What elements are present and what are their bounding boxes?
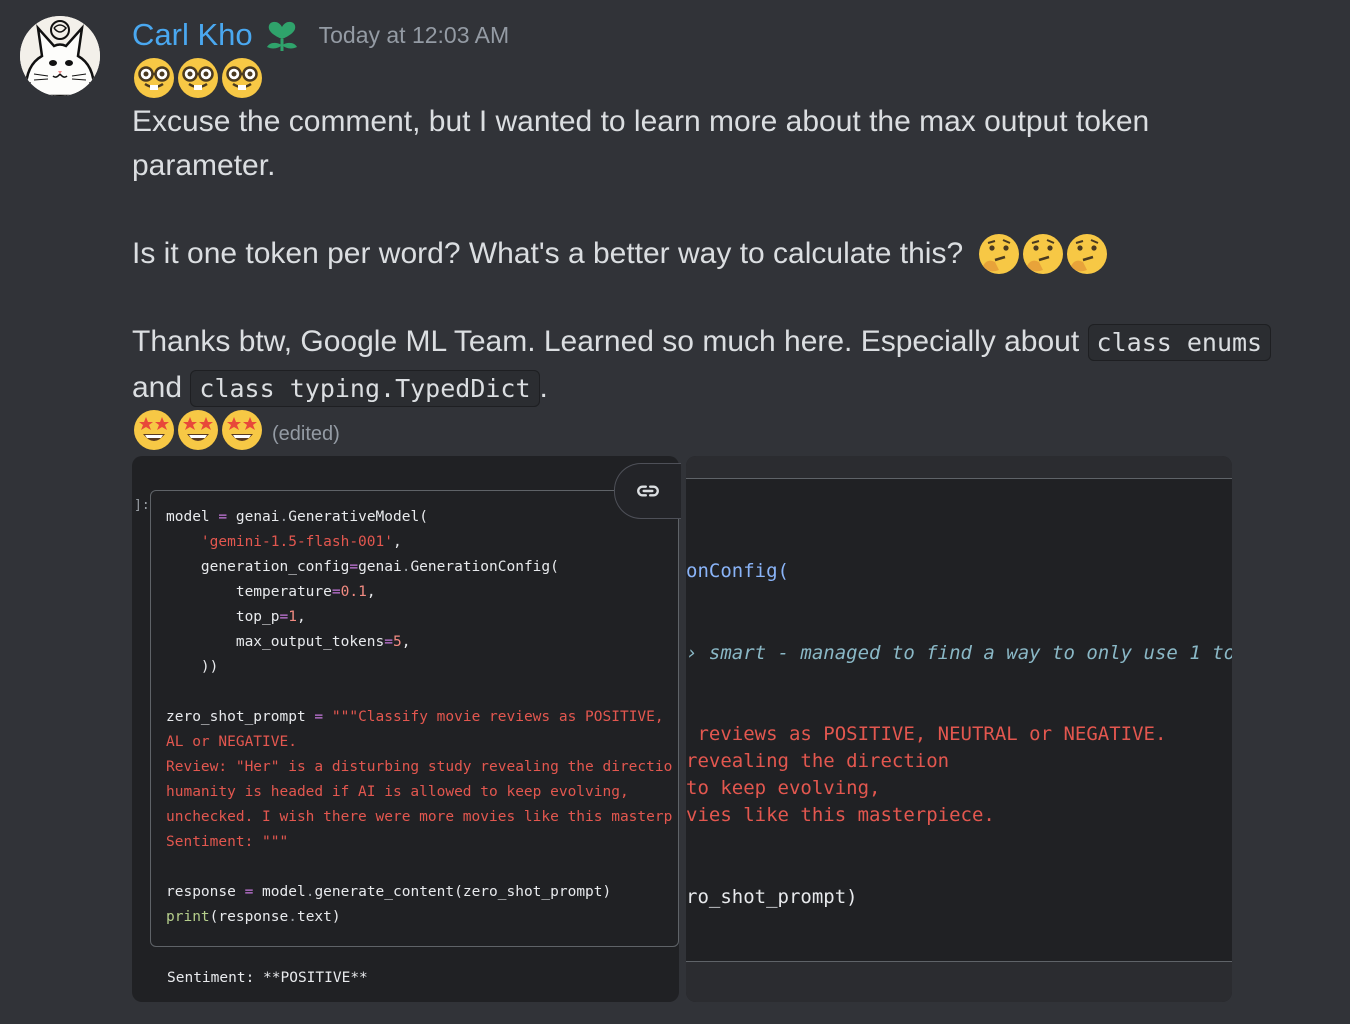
cat-avatar-icon	[20, 16, 100, 96]
nerd-face-emoji	[220, 56, 264, 100]
star-struck-emoji	[176, 408, 220, 452]
code-line-1: model = genai.GenerativeModel(	[166, 509, 428, 525]
copy-link-button[interactable]	[614, 463, 681, 519]
thinking-face-emoji	[1021, 232, 1065, 276]
code-line-2: 'gemini-1.5-flash-001',	[166, 534, 402, 550]
code-line-4: temperature=0.1,	[166, 584, 376, 600]
edited-label: (edited)	[272, 423, 340, 445]
message-line-2: parameter.	[132, 149, 276, 182]
code-line-7: ))	[166, 659, 219, 675]
message-line-5: and class typing.TypedDict.	[132, 366, 548, 411]
code-line-12: unchecked. I wish there were more movies…	[166, 809, 673, 825]
nerd-face-emoji	[132, 56, 176, 100]
zoom-line-comment: › smart - managed to find a way to only …	[686, 642, 1232, 664]
zoom-line-config: onConfig(	[686, 560, 789, 582]
code-line-10: Review: "Her" is a disturbing study reve…	[166, 759, 673, 775]
zoom-line-review-2: revealing the direction	[686, 750, 950, 772]
zoom-line-review-4: vies like this masterpiece.	[686, 804, 995, 826]
message-line-3: Is it one token per word? What's a bette…	[132, 232, 1109, 276]
code-line-5: top_p=1,	[166, 609, 306, 625]
image-bottom-bar	[686, 962, 1232, 1002]
thinking-face-emoji	[977, 232, 1021, 276]
code-line-9: AL or NEGATIVE.	[166, 734, 297, 750]
and-text: and	[132, 371, 183, 404]
code-line-11: humanity is headed if AI is allowed to k…	[166, 784, 629, 800]
image-top-bar	[686, 456, 1232, 479]
code-line-13: Sentiment: """	[166, 834, 289, 850]
thinking-face-emoji	[1065, 232, 1109, 276]
emoji-row-starstruck: (edited)	[132, 408, 340, 452]
code-line-15: print(response.text)	[166, 909, 341, 925]
star-struck-emoji	[132, 408, 176, 452]
code-line-14: response = model.generate_content(zero_s…	[166, 884, 612, 900]
leaf-heart-icon[interactable]	[263, 17, 301, 53]
message-line-1: Excuse the comment, but I wanted to lear…	[132, 105, 1150, 138]
link-icon	[637, 485, 659, 497]
thanks-text: Thanks btw, Google ML Team. Learned so m…	[132, 325, 1080, 358]
question-text: Is it one token per word? What's a bette…	[132, 237, 964, 270]
cell-output: Sentiment: **POSITIVE**	[167, 970, 368, 986]
image-divider-top	[686, 478, 1232, 479]
emoji-row-thinking	[977, 232, 1109, 276]
nerd-face-emoji	[176, 56, 220, 100]
code-line-6: max_output_tokens=5,	[166, 634, 411, 650]
cell-prompt-mark: ]:	[134, 498, 150, 513]
message-line-4: Thanks btw, Google ML Team. Learned so m…	[132, 320, 1272, 365]
period-text: .	[539, 371, 548, 404]
star-struck-emoji	[220, 408, 264, 452]
zoom-line-review-3: to keep evolving,	[686, 777, 881, 799]
code-line-8: zero_shot_prompt = """Classify movie rev…	[166, 709, 673, 725]
inline-code-class-enums: class enums	[1087, 324, 1272, 361]
emoji-row-nerd	[132, 56, 264, 100]
username[interactable]: Carl Kho	[132, 17, 253, 53]
code-line-3: generation_config=genai.GenerationConfig…	[166, 559, 559, 575]
zoom-line-review-1: reviews as POSITIVE, NEUTRAL or NEGATIVE…	[686, 723, 1167, 745]
user-avatar[interactable]	[20, 16, 100, 96]
zoom-line-call: ro_shot_prompt)	[686, 886, 858, 908]
message-header: Carl Kho Today at 12:03 AM	[132, 14, 509, 56]
timestamp: Today at 12:03 AM	[318, 21, 510, 48]
inline-code-typeddict: class typing.TypedDict	[190, 370, 540, 407]
